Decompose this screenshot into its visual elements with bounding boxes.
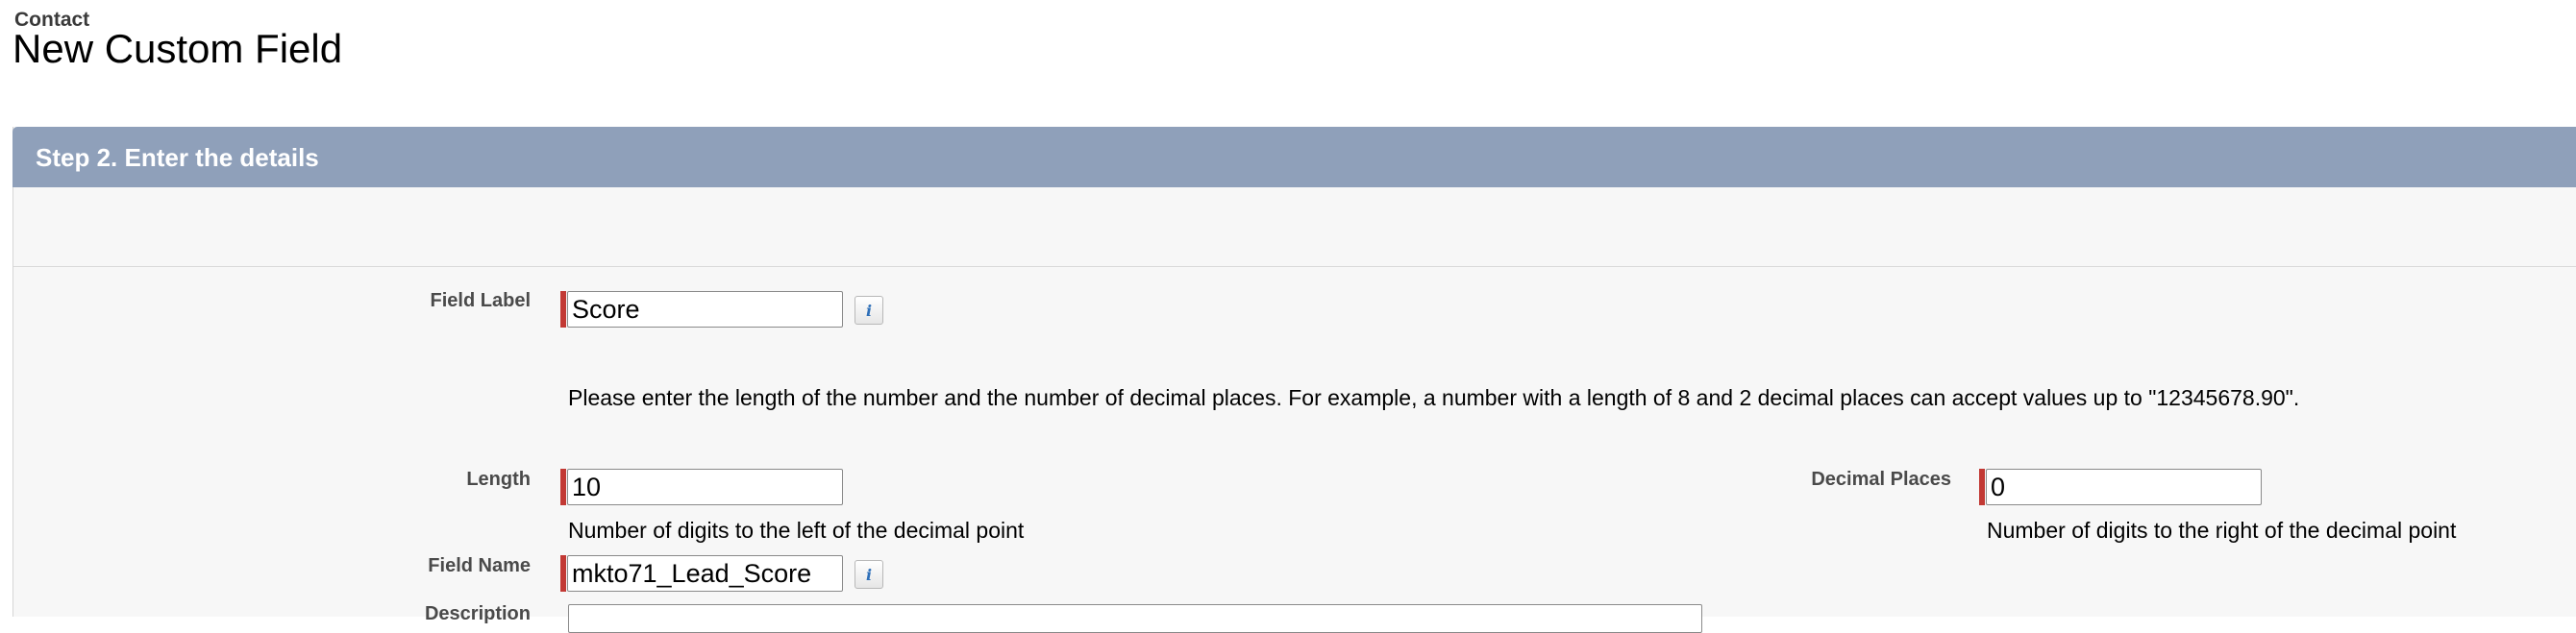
page-title: New Custom Field <box>12 26 343 71</box>
description-textarea[interactable] <box>568 604 1702 633</box>
length-label: Length <box>466 469 531 490</box>
length-instructions: Please enter the length of the number an… <box>568 385 2300 410</box>
decimal-places-label: Decimal Places <box>1811 469 1951 490</box>
field-label-label: Field Label <box>430 290 531 311</box>
field-name-input[interactable]: mkto71_Lead_Score <box>567 555 843 592</box>
step-header <box>12 127 2576 187</box>
required-indicator <box>560 555 566 592</box>
length-help-text: Number of digits to the left of the deci… <box>568 518 1025 543</box>
field-name-info-button[interactable]: i <box>855 560 883 589</box>
decimal-places-help-text: Number of digits to the right of the dec… <box>1987 518 2457 543</box>
required-indicator <box>560 469 566 505</box>
required-indicator <box>1979 469 1985 505</box>
field-label-info-button[interactable]: i <box>855 296 883 325</box>
field-name-label: Field Name <box>428 555 531 576</box>
info-icon: i <box>865 565 873 584</box>
required-indicator <box>560 291 566 328</box>
decimal-places-input[interactable]: 0 <box>1986 469 2262 505</box>
info-icon: i <box>865 301 873 320</box>
length-input[interactable]: 10 <box>567 469 843 505</box>
step-title: Step 2. Enter the details <box>36 143 319 172</box>
description-label: Description <box>424 603 531 624</box>
field-label-input[interactable]: Score <box>567 291 843 328</box>
section-divider <box>13 266 2576 267</box>
